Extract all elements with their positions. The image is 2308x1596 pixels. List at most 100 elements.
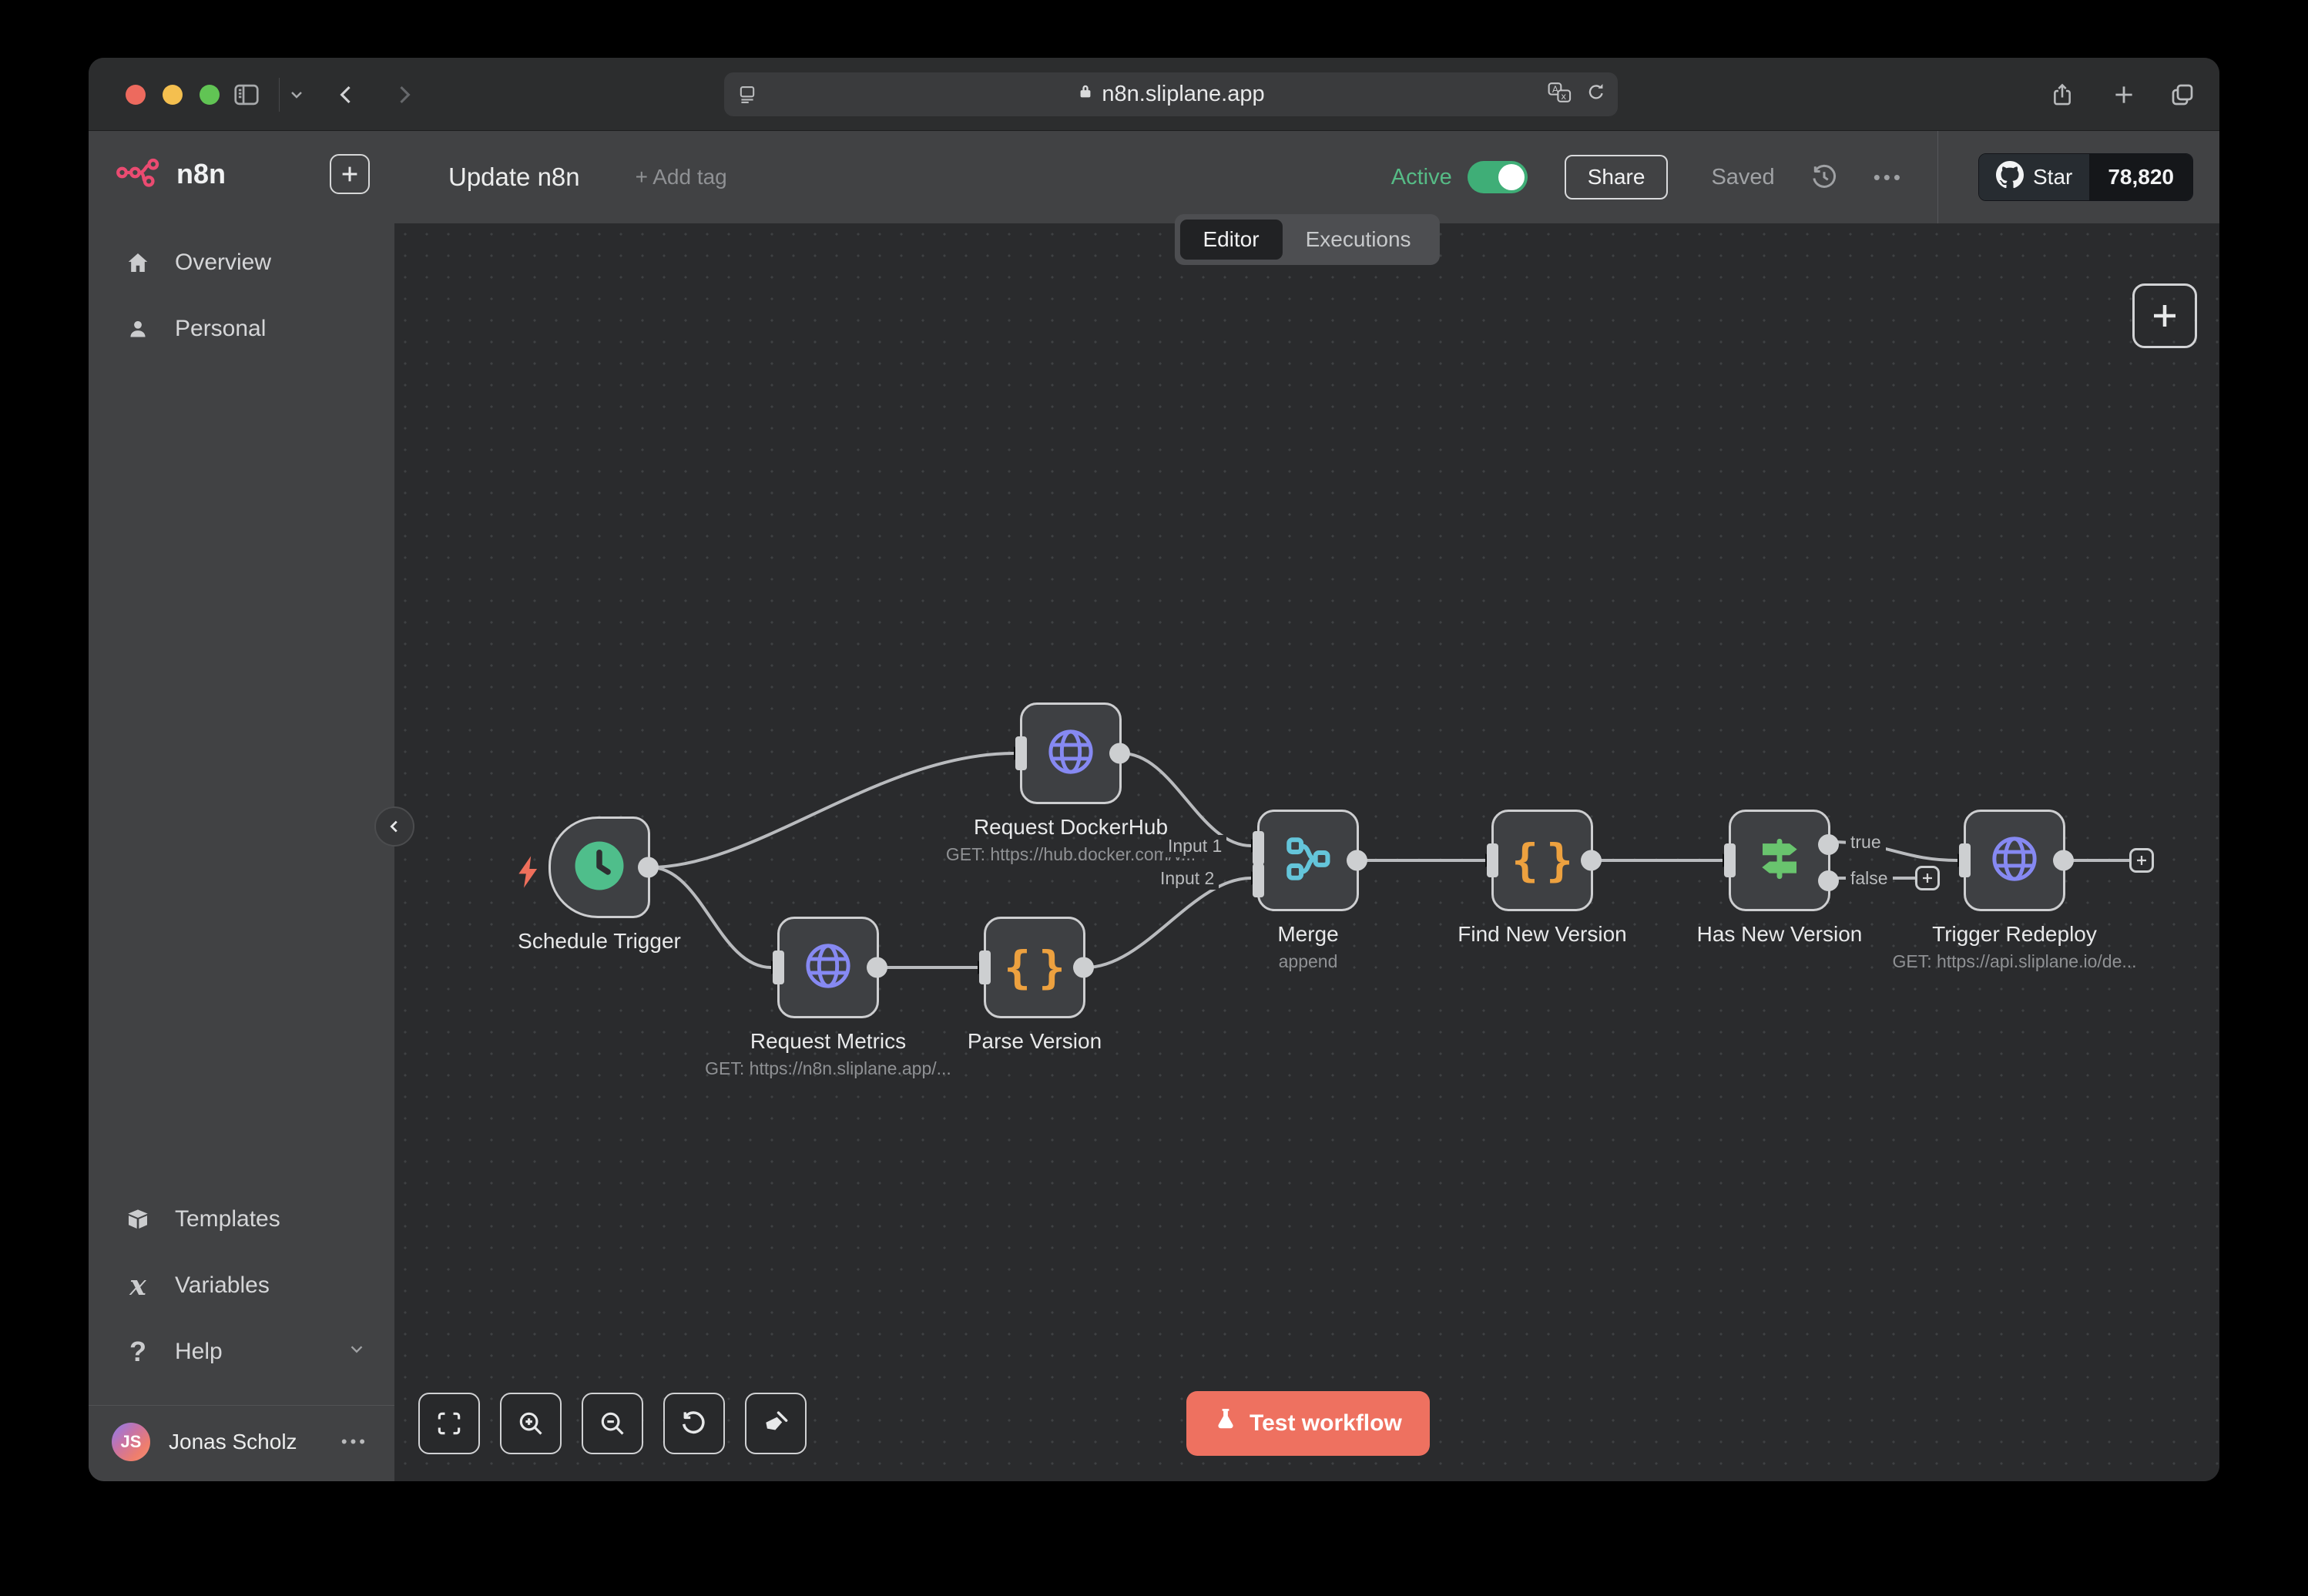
node-has-new-version[interactable]: Has New Version <box>1729 810 1830 911</box>
workflow-title[interactable]: Update n8n <box>448 163 580 192</box>
tab-executions[interactable]: Executions <box>1283 220 1434 260</box>
node-label: Find New Version <box>1411 922 1673 947</box>
input-port-2[interactable] <box>1253 863 1264 897</box>
input-port[interactable] <box>979 951 991 984</box>
star-label: Star <box>2033 165 2072 189</box>
share-page-icon[interactable] <box>2049 58 2075 131</box>
fit-view-button[interactable] <box>418 1393 480 1454</box>
output-port[interactable] <box>638 857 659 878</box>
add-workflow-button[interactable] <box>330 154 370 194</box>
tab-editor[interactable]: Editor <box>1179 220 1282 260</box>
node-label: Has New Version <box>1649 922 1910 947</box>
history-icon[interactable] <box>1810 163 1838 191</box>
sidebar-item-label: Help <box>175 1339 347 1365</box>
globe-icon <box>803 940 854 995</box>
output-port[interactable] <box>1347 850 1367 871</box>
close-window-button[interactable] <box>126 85 146 105</box>
new-tab-icon[interactable] <box>2111 58 2137 131</box>
if-true-label: true <box>1846 831 1886 853</box>
minimize-window-button[interactable] <box>163 85 183 105</box>
translate-icon[interactable]: Ax <box>1547 81 1573 108</box>
user-name: Jonas Scholz <box>169 1430 341 1454</box>
home-icon <box>121 250 155 275</box>
sidebar-item-label: Variables <box>175 1272 270 1299</box>
sidebar-toggle-icon[interactable] <box>232 58 261 131</box>
reload-icon[interactable] <box>1585 82 1607 107</box>
signpost-icon <box>1754 833 1805 888</box>
more-options-icon[interactable]: ••• <box>1874 166 1904 189</box>
output-port[interactable] <box>1581 850 1602 871</box>
node-request-metrics[interactable]: Request Metrics GET: https://n8n.sliplan… <box>777 917 879 1018</box>
merge-input2-label: Input 2 <box>1156 867 1219 890</box>
sidebar-item-label: Personal <box>175 316 266 342</box>
reader-icon[interactable] <box>736 72 758 116</box>
avatar: JS <box>112 1423 150 1461</box>
box-icon <box>121 1207 155 1232</box>
workflow-canvas[interactable]: Input 1 Input 2 true false <box>394 223 2219 1481</box>
chevron-down-icon <box>347 1339 367 1365</box>
zoom-in-button[interactable] <box>500 1393 562 1454</box>
browser-window: n8n.sliplane.app Ax <box>89 58 2219 1481</box>
back-button[interactable] <box>334 58 360 131</box>
input-port-1[interactable] <box>1253 831 1264 865</box>
zoom-window-button[interactable] <box>200 85 220 105</box>
node-parse-version[interactable]: {} Parse Version <box>984 917 1085 1018</box>
zoom-out-button[interactable] <box>582 1393 643 1454</box>
add-tag-button[interactable]: + Add tag <box>636 165 727 189</box>
sidebar-item-help[interactable]: ? Help <box>89 1319 394 1385</box>
test-workflow-button[interactable]: Test workflow <box>1186 1391 1430 1456</box>
output-port[interactable] <box>1073 957 1094 978</box>
active-toggle[interactable] <box>1468 161 1528 193</box>
node-schedule-trigger[interactable]: Schedule Trigger <box>548 816 650 918</box>
github-star-widget[interactable]: Star 78,820 <box>1978 153 2193 201</box>
user-more-icon[interactable]: ••• <box>341 1432 368 1452</box>
forward-button[interactable] <box>391 58 417 131</box>
url-text: n8n.sliplane.app <box>1102 82 1264 107</box>
open-nodes-panel-button[interactable] <box>2132 283 2197 348</box>
node-find-new-version[interactable]: {} Find New Version <box>1491 810 1593 911</box>
if-false-label: false <box>1846 867 1893 890</box>
sidebar-item-templates[interactable]: Templates <box>89 1186 394 1252</box>
canvas-toolbar <box>418 1393 807 1454</box>
sidebar-item-variables[interactable]: x Variables <box>89 1252 394 1319</box>
input-port[interactable] <box>1724 843 1736 877</box>
sidebar-collapse-button[interactable] <box>374 806 414 847</box>
node-subtitle: append <box>1177 951 1439 972</box>
address-bar[interactable]: n8n.sliplane.app Ax <box>724 72 1618 116</box>
output-port[interactable] <box>2053 850 2074 871</box>
traffic-lights <box>126 58 220 131</box>
code-braces-icon: {} <box>996 941 1073 994</box>
output-port[interactable] <box>867 957 887 978</box>
input-port[interactable] <box>1487 843 1498 877</box>
output-port-true[interactable] <box>1818 834 1839 855</box>
share-button[interactable]: Share <box>1565 155 1669 200</box>
tab-overview-icon[interactable] <box>2169 58 2196 131</box>
tidy-up-button[interactable] <box>745 1393 807 1454</box>
svg-text:x: x <box>1561 91 1566 102</box>
node-trigger-redeploy[interactable]: Trigger Redeploy GET: https://api.slipla… <box>1964 810 2065 911</box>
output-port[interactable] <box>1109 743 1130 764</box>
node-subtitle: GET: https://api.sliplane.io/de... <box>1884 951 2145 972</box>
merge-icon <box>1283 833 1333 888</box>
input-port[interactable] <box>1015 736 1027 770</box>
add-node-button-redeploy[interactable] <box>2129 848 2154 873</box>
add-node-button-false-branch[interactable] <box>1915 866 1940 890</box>
node-request-dockerhub[interactable]: Request DockerHub GET: https://hub.docke… <box>1020 702 1122 804</box>
reset-view-button[interactable] <box>663 1393 725 1454</box>
node-label: Merge <box>1177 922 1439 947</box>
chevron-down-icon[interactable] <box>287 58 306 131</box>
output-port-false[interactable] <box>1818 870 1839 891</box>
star-count: 78,820 <box>2089 154 2192 200</box>
input-port[interactable] <box>1959 843 1971 877</box>
toolbar-divider <box>279 78 280 112</box>
lock-icon <box>1077 82 1094 108</box>
person-icon <box>121 318 155 340</box>
user-menu[interactable]: JS Jonas Scholz ••• <box>89 1405 394 1481</box>
sidebar-item-personal[interactable]: Personal <box>89 296 394 362</box>
active-label: Active <box>1391 165 1452 190</box>
variable-x-icon: x <box>121 1272 155 1299</box>
input-port[interactable] <box>773 951 784 984</box>
sidebar-item-overview[interactable]: Overview <box>89 230 394 296</box>
node-merge[interactable]: Merge append <box>1257 810 1359 911</box>
merge-input1-label: Input 1 <box>1163 835 1226 857</box>
